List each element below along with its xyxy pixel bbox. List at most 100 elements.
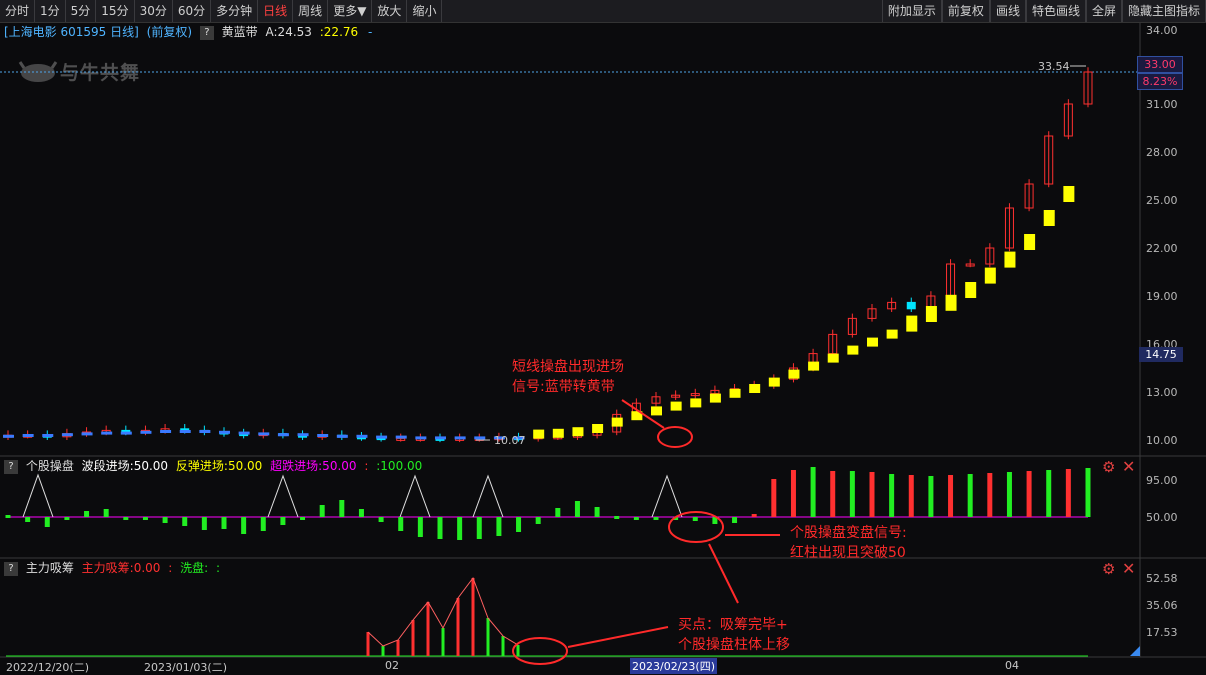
yellow-band-block bbox=[749, 384, 761, 393]
yellow-band-block bbox=[533, 429, 545, 439]
panel2-bar bbox=[653, 517, 659, 520]
panel2-bar bbox=[849, 471, 855, 517]
panel3-help-button[interactable]: ? bbox=[4, 561, 18, 576]
blue-band-block bbox=[336, 434, 348, 438]
panel2-bar bbox=[44, 517, 50, 527]
panel3-s3: 洗盘: bbox=[180, 561, 209, 575]
panel2-bar bbox=[1046, 470, 1052, 517]
panel2-triangle bbox=[399, 474, 431, 518]
panel2-bar bbox=[614, 516, 620, 519]
panel2-bar bbox=[771, 479, 777, 517]
yellow-band-block bbox=[572, 427, 584, 437]
last-price-tag: 33.00 bbox=[1137, 56, 1183, 73]
panel2-bar bbox=[142, 517, 148, 520]
panel2-bar bbox=[280, 517, 286, 525]
yellow-band-block bbox=[906, 315, 918, 332]
panel2-triangle bbox=[651, 474, 683, 518]
high-price-mark: 33.54 bbox=[1038, 60, 1070, 73]
panel2-bar bbox=[574, 501, 580, 517]
panel3-axis-1: 52.58 bbox=[1146, 572, 1178, 585]
panel2-s1: 波段进场:50.00 bbox=[81, 459, 169, 473]
blue-band-block bbox=[258, 432, 270, 436]
panel2-bar bbox=[594, 507, 600, 517]
panel2-close-icon[interactable]: ✕ bbox=[1122, 457, 1135, 476]
yellow-band-block bbox=[984, 267, 996, 284]
panel2-bar bbox=[123, 517, 129, 520]
candle bbox=[906, 301, 916, 310]
panel2-bar bbox=[751, 514, 757, 517]
panel2-bar bbox=[417, 517, 423, 537]
panel2-bar bbox=[496, 517, 502, 536]
panel2-bar bbox=[182, 517, 188, 526]
yellow-band-block bbox=[1004, 251, 1016, 268]
panel3-group bbox=[6, 576, 1088, 657]
panel2-bar bbox=[25, 517, 31, 522]
panel2-settings-icon[interactable]: ⚙ bbox=[1102, 458, 1115, 476]
panel2-bar bbox=[162, 517, 168, 523]
blue-band-block bbox=[3, 434, 14, 438]
yellow-band-block bbox=[1043, 210, 1055, 226]
blue-band-block bbox=[120, 431, 132, 435]
panel2-bar bbox=[437, 517, 443, 539]
panel2-bar bbox=[732, 517, 738, 523]
yellow-band-block bbox=[808, 361, 820, 371]
blue-band-block bbox=[454, 436, 466, 440]
annotation-2-line2: 红柱出现且突破50 bbox=[790, 545, 906, 561]
corner-resize-icon[interactable] bbox=[1130, 646, 1140, 656]
panel2-triangle bbox=[472, 474, 504, 518]
yellow-band-block bbox=[651, 406, 662, 416]
yellow-band-block bbox=[965, 282, 977, 298]
yellow-band-block bbox=[886, 329, 898, 339]
blue-band-block bbox=[435, 436, 446, 440]
panel2-bar bbox=[241, 517, 247, 534]
panel3-settings-icon[interactable]: ⚙ bbox=[1102, 560, 1115, 578]
blue-band-block bbox=[415, 436, 427, 440]
panel3-title: 主力吸筹 bbox=[25, 561, 74, 575]
panel3-axis-2: 35.06 bbox=[1146, 599, 1178, 612]
panel2-bar bbox=[810, 467, 816, 517]
annotation-1-line1: 短线操盘出现进场 bbox=[512, 358, 624, 375]
blue-band-block bbox=[395, 435, 407, 439]
panel2-bar bbox=[1026, 471, 1032, 517]
date-label-2: 2023/01/03(二) bbox=[144, 661, 227, 674]
annotation-arrow-4 bbox=[567, 626, 669, 648]
panel2-bar bbox=[908, 475, 914, 517]
yellow-band-block bbox=[552, 428, 564, 438]
annotation-circle-1 bbox=[657, 426, 693, 448]
panel2-bar bbox=[790, 470, 796, 517]
panel3-s2: : bbox=[168, 561, 173, 575]
panel2-bar bbox=[928, 476, 934, 517]
date-label-3: 02 bbox=[385, 659, 399, 672]
panel2-header: ? 个股操盘 波段进场:50.00 反弹进场:50.00 超跌进场:50.00 … bbox=[0, 458, 422, 474]
date-label-5: 04 bbox=[1005, 659, 1019, 672]
panel2-bar bbox=[987, 473, 993, 517]
panel2-bar bbox=[358, 509, 364, 517]
yellow-band-block bbox=[690, 398, 702, 408]
panel2-bar bbox=[1085, 468, 1091, 517]
panel2-bar bbox=[967, 474, 973, 517]
panel3-s4: : bbox=[216, 561, 221, 575]
blue-band-block bbox=[317, 434, 329, 437]
price-axis-label: 19.00 bbox=[1146, 290, 1178, 303]
yellow-band-block bbox=[925, 306, 937, 322]
annotation-3-line2: 个股操盘柱体上移 bbox=[678, 636, 790, 653]
panel2-triangle bbox=[267, 474, 299, 518]
panel2-bar bbox=[319, 505, 325, 517]
yellow-band-block bbox=[1024, 234, 1036, 250]
panel2-bar bbox=[633, 517, 639, 520]
yellow-band-block bbox=[847, 345, 859, 355]
yellow-band-block bbox=[670, 401, 682, 411]
blue-band-block bbox=[219, 430, 230, 434]
panel3-close-icon[interactable]: ✕ bbox=[1122, 559, 1135, 578]
yellow-band-block bbox=[592, 424, 604, 433]
panel2-bar bbox=[692, 517, 698, 521]
panel2-help-button[interactable]: ? bbox=[4, 459, 18, 474]
panel2-axis-95: 95.00 bbox=[1146, 474, 1178, 487]
panel2-group bbox=[5, 467, 1091, 540]
panel2-bar bbox=[555, 508, 561, 517]
panel2-bar bbox=[84, 511, 90, 517]
panel2-bar bbox=[535, 517, 541, 524]
date-label-cursor: 2023/02/23(四) bbox=[630, 658, 717, 674]
annotation-arrow-3 bbox=[708, 543, 739, 604]
panel2-bar bbox=[260, 517, 266, 531]
